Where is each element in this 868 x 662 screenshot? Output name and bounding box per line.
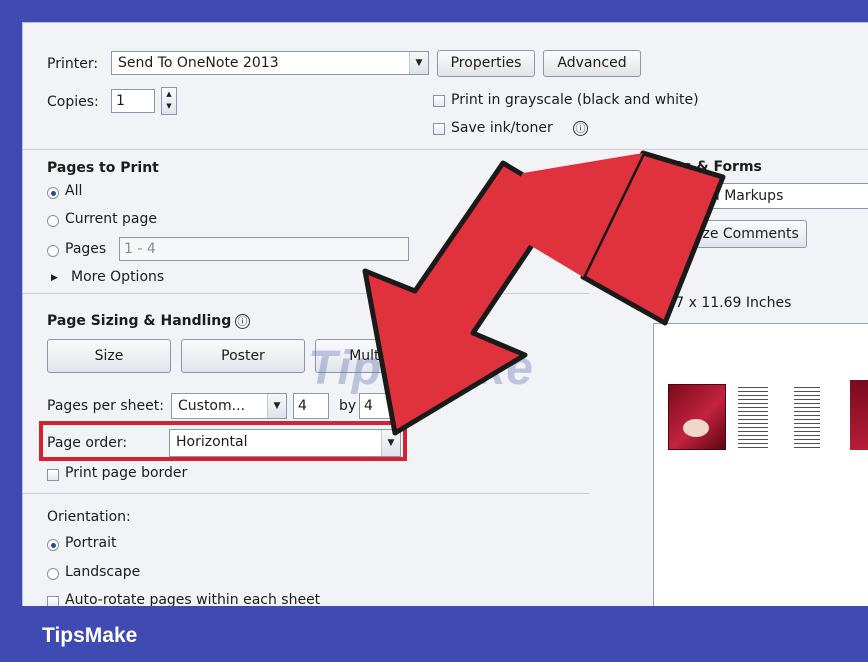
brand-bar: TipsMake	[0, 606, 868, 662]
red-arrow-annotation	[362, 150, 726, 436]
print-dialog: Printer: Send To OneNote 2013 ▼ Properti…	[22, 22, 868, 607]
brand-logo: TipsMake	[42, 624, 138, 647]
top-band	[0, 0, 868, 22]
